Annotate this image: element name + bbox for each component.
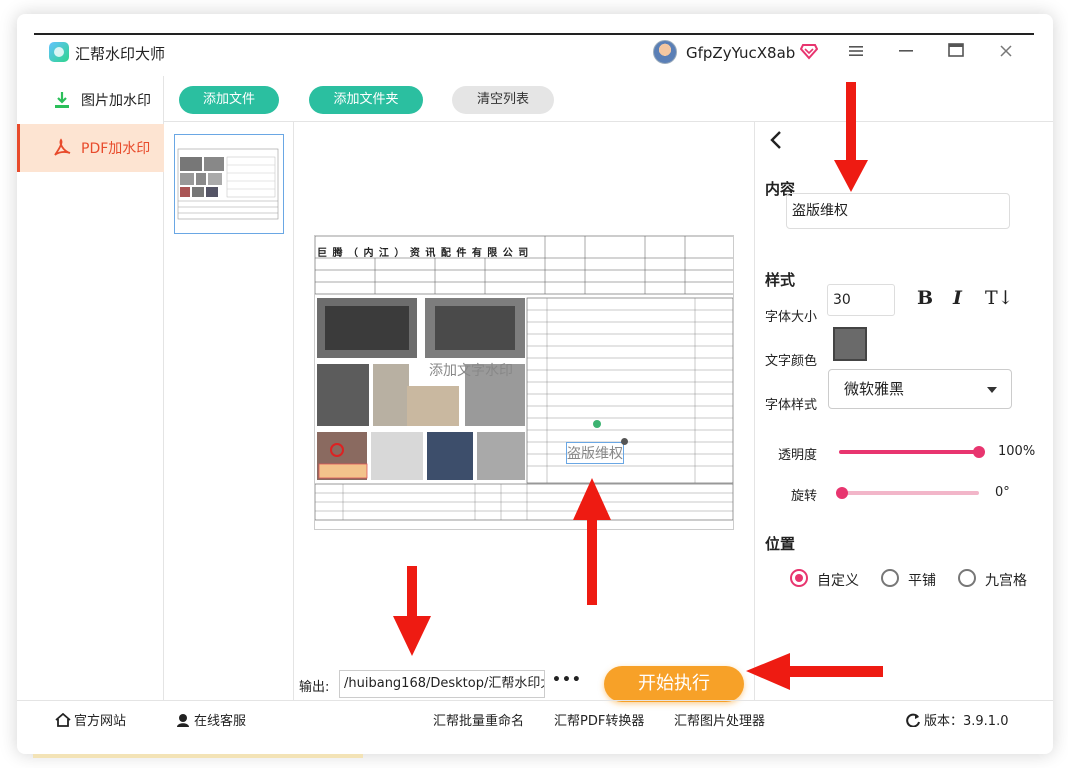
support-link[interactable]: 在线客服 bbox=[175, 710, 246, 729]
font-size-input[interactable]: 30 bbox=[827, 284, 895, 316]
vertical-text-button[interactable]: T↓ bbox=[985, 287, 1014, 309]
output-path-field[interactable]: /huibang168/Desktop/汇帮水印大师 bbox=[339, 670, 545, 698]
file-list bbox=[164, 122, 294, 700]
rotation-label: 旋转 bbox=[791, 489, 818, 504]
radio-tile-label[interactable]: 平铺 bbox=[908, 570, 936, 590]
sidebar-item-pdf-watermark[interactable]: PDF加水印 bbox=[17, 124, 164, 172]
refresh-icon bbox=[906, 713, 920, 727]
rotation-slider-knob[interactable] bbox=[836, 487, 848, 499]
maximize-icon[interactable] bbox=[944, 40, 968, 64]
file-thumbnail[interactable] bbox=[174, 134, 284, 234]
pdf-converter-link[interactable]: 汇帮PDF转换器 bbox=[554, 710, 644, 729]
version-label: 版本：3.9.1.0 bbox=[924, 714, 1009, 729]
italic-button[interactable]: I bbox=[953, 287, 962, 309]
opacity-value: 100% bbox=[998, 444, 1036, 459]
clear-list-button[interactable]: 清空列表 bbox=[452, 86, 554, 114]
rotation-slider-track[interactable] bbox=[839, 491, 979, 495]
website-link[interactable]: 官方网站 bbox=[55, 710, 126, 729]
sidebar-item-label: 图片加水印 bbox=[81, 93, 151, 109]
avatar[interactable] bbox=[653, 40, 677, 64]
title-divider bbox=[34, 33, 1034, 35]
website-label: 官方网站 bbox=[74, 714, 127, 729]
font-family-label: 字体样式 bbox=[765, 398, 818, 413]
font-family-select[interactable]: 微软雅黑 bbox=[828, 369, 1012, 409]
pdf-icon bbox=[54, 138, 71, 156]
position-section-title: 位置 bbox=[765, 535, 796, 553]
browse-more-button[interactable]: ••• bbox=[552, 672, 582, 688]
app-window: 汇帮水印大师 GfpZyYucX8ab 图片加水印 PDF加水印 添加文件 添加… bbox=[17, 14, 1053, 754]
app-logo-icon bbox=[49, 42, 69, 62]
pdf-page-preview[interactable]: 巨 腾 （ 内 江 ） 资 讯 配 件 有 限 公 司 添加文字水印 盗版维权 bbox=[314, 235, 734, 530]
toolbar: 添加文件 添加文件夹 清空列表 bbox=[164, 76, 1053, 122]
font-size-label: 字体大小 bbox=[765, 310, 818, 325]
radio-custom-label[interactable]: 自定义 bbox=[817, 570, 859, 590]
add-folder-button[interactable]: 添加文件夹 bbox=[309, 86, 423, 114]
radio-nine-grid-label[interactable]: 九宫格 bbox=[985, 570, 1027, 590]
pdf-page-content bbox=[315, 236, 733, 521]
image-processor-link[interactable]: 汇帮图片处理器 bbox=[674, 710, 765, 729]
radio-custom[interactable] bbox=[790, 569, 808, 587]
watermark-close-handle[interactable] bbox=[621, 438, 628, 445]
home-icon bbox=[55, 713, 71, 727]
menu-icon[interactable] bbox=[844, 40, 868, 64]
watermark-text-input[interactable]: 盗版维权 bbox=[786, 193, 1010, 229]
radio-tile[interactable] bbox=[881, 569, 899, 587]
watermark-existing[interactable]: 添加文字水印 bbox=[429, 360, 513, 380]
headset-icon bbox=[177, 714, 189, 727]
batch-rename-link[interactable]: 汇帮批量重命名 bbox=[433, 710, 524, 729]
close-icon[interactable] bbox=[994, 40, 1018, 64]
vip-diamond-icon[interactable] bbox=[800, 42, 818, 60]
output-label: 输出: bbox=[299, 680, 330, 695]
thumbnail-preview bbox=[177, 148, 279, 220]
watermark-rotate-handle[interactable] bbox=[593, 420, 601, 428]
font-color-swatch[interactable] bbox=[833, 327, 867, 361]
doc-title: 巨 腾 （ 内 江 ） 资 讯 配 件 有 限 公 司 bbox=[317, 248, 530, 259]
back-arrow-icon[interactable] bbox=[769, 130, 783, 156]
version-info[interactable]: 版本：3.9.1.0 bbox=[905, 710, 1008, 729]
font-family-value: 微软雅黑 bbox=[844, 380, 905, 398]
opacity-label: 透明度 bbox=[778, 448, 818, 463]
radio-nine-grid[interactable] bbox=[958, 569, 976, 587]
chevron-down-icon bbox=[987, 387, 997, 393]
sidebar-nav: 图片加水印 PDF加水印 bbox=[17, 76, 164, 700]
sidebar-item-image-watermark[interactable]: 图片加水印 bbox=[17, 76, 164, 124]
bottom-progress-strip bbox=[33, 754, 363, 758]
style-section-title: 样式 bbox=[765, 271, 796, 289]
footer-bar: 官方网站 在线客服 汇帮批量重命名 汇帮PDF转换器 汇帮图片处理器 版本：3.… bbox=[17, 700, 1053, 734]
opacity-slider-knob[interactable] bbox=[973, 446, 985, 458]
watermark-selected[interactable]: 盗版维权 bbox=[566, 442, 624, 464]
support-label: 在线客服 bbox=[194, 714, 247, 729]
start-button[interactable]: 开始执行 bbox=[604, 666, 744, 702]
rotation-value: 0° bbox=[995, 485, 1010, 500]
preview-area: 巨 腾 （ 内 江 ） 资 讯 配 件 有 限 公 司 添加文字水印 盗版维权 … bbox=[294, 122, 754, 702]
opacity-slider-track[interactable] bbox=[839, 450, 979, 454]
sidebar-item-label: PDF加水印 bbox=[81, 141, 151, 157]
username[interactable]: GfpZyYucX8ab bbox=[686, 44, 795, 62]
title-bar: 汇帮水印大师 GfpZyYucX8ab bbox=[17, 14, 1053, 76]
app-title: 汇帮水印大师 bbox=[75, 45, 166, 63]
bold-button[interactable]: B bbox=[917, 287, 933, 309]
font-color-label: 文字颜色 bbox=[765, 354, 818, 369]
settings-panel: 内容 盗版维权 样式 字体大小 30 B I T↓ 文字颜色 字体样式 微软雅黑… bbox=[754, 122, 1053, 700]
minimize-icon[interactable] bbox=[894, 40, 918, 64]
add-file-button[interactable]: 添加文件 bbox=[179, 86, 279, 114]
download-image-icon bbox=[55, 92, 69, 108]
